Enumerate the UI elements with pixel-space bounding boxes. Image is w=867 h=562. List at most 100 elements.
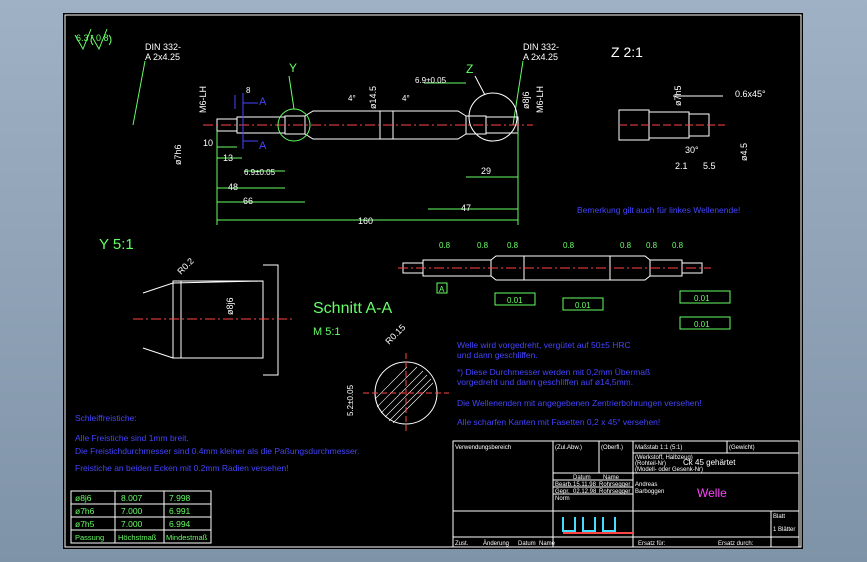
y-radius: R0.2 xyxy=(175,256,196,277)
din-right-line1: DIN 332- xyxy=(523,42,559,52)
svg-text:(Oberfl.): (Oberfl.) xyxy=(601,445,623,451)
svg-text:Rohrsegger: Rohrsegger xyxy=(599,482,630,488)
svg-text:7.998: 7.998 xyxy=(169,493,191,503)
svg-text:(Zul.Abw.): (Zul.Abw.) xyxy=(555,445,582,451)
svg-text:Ersatz für:: Ersatz für: xyxy=(638,541,666,547)
dim-8: 8 xyxy=(246,86,251,95)
dim-10: 10 xyxy=(203,138,213,148)
svg-text:0.8: 0.8 xyxy=(620,241,632,250)
datum-a: A xyxy=(439,285,445,294)
svg-text:6.994: 6.994 xyxy=(169,519,191,529)
angle-4-left: 4° xyxy=(348,94,356,103)
dia-7h6: ø7h6 xyxy=(173,144,183,165)
roughness-outer: 6.3 xyxy=(76,33,89,43)
relief-notes: Schleiffreistiche: Alle Freistiche sind … xyxy=(75,413,359,473)
thread-left: M6-LH xyxy=(198,86,208,113)
dim-47: 47 xyxy=(461,203,471,213)
tol-frame-3: 0.01 xyxy=(694,294,710,303)
svg-text:0.8: 0.8 xyxy=(439,241,451,250)
dim-160: 160 xyxy=(358,216,373,226)
din-left-line2: A 2x4.25 xyxy=(145,52,180,62)
svg-text:Die Freistichdurchmesser sind: Die Freistichdurchmesser sind 0.4mm klei… xyxy=(75,446,359,456)
svg-text:Andreas: Andreas xyxy=(635,482,657,488)
svg-text:Mindestmaß: Mindestmaß xyxy=(166,533,208,542)
z-dia-4-5: ø4.5 xyxy=(739,143,749,161)
y-dia-8j6: ø8j6 xyxy=(225,297,235,315)
technical-drawing: 6.3 0.8 DIN 332- A 2x4.25 DIN 332- A 2x4… xyxy=(64,14,802,548)
svg-text:vorgedreht und dann geschliffe: vorgedreht und dann geschliffen auf ø14,… xyxy=(457,377,633,387)
svg-text:Gepr.: Gepr. xyxy=(555,489,570,495)
svg-text:0.8: 0.8 xyxy=(672,241,684,250)
svg-text:0.8: 0.8 xyxy=(646,241,658,250)
roughness-inner: 0.8 xyxy=(96,33,109,43)
dim-29: 29 xyxy=(481,166,491,176)
svg-text:Blatt: Blatt xyxy=(773,514,785,520)
svg-text:02.12.98: 02.12.98 xyxy=(573,489,597,495)
z-dim-2-1: 2.1 xyxy=(675,161,688,171)
z-dia-7h5: ø7h5 xyxy=(673,85,683,106)
svg-text:Höchstmaß: Höchstmaß xyxy=(118,533,157,542)
company-logo xyxy=(562,517,616,532)
z-dim-5-5: 5.5 xyxy=(703,161,716,171)
detail-label-y: Y xyxy=(289,61,297,75)
section-letter-a-top: A xyxy=(259,96,267,108)
dim-6-9-right: 6.9±0.05 xyxy=(415,76,447,85)
detail-label-z: Z xyxy=(466,62,473,76)
z-view-geometry xyxy=(618,95,725,141)
z-view-title: Z 2:1 xyxy=(611,44,643,60)
cad-window: 6.3 0.8 DIN 332- A 2x4.25 DIN 332- A 2x4… xyxy=(0,0,867,562)
svg-text:1 Blätter: 1 Blätter xyxy=(773,527,795,533)
svg-text:Maßstab 1:1 (5:1): Maßstab 1:1 (5:1) xyxy=(635,445,682,451)
svg-text:Passung: Passung xyxy=(75,533,104,542)
section-scale: M 5:1 xyxy=(313,326,341,338)
section-letter-a-bottom: A xyxy=(259,140,267,152)
tol-frame-1: 0.01 xyxy=(507,296,523,305)
svg-text:Norm: Norm xyxy=(555,496,570,502)
dim-6-9-left: 6.9±0.05 xyxy=(244,168,276,177)
drawing-title: Welle xyxy=(697,486,727,500)
din-left-line1: DIN 332- xyxy=(145,42,181,52)
svg-text:15.11.98: 15.11.98 xyxy=(573,482,597,488)
z-angle-30: 30° xyxy=(685,145,699,155)
svg-text:ø7h6: ø7h6 xyxy=(75,506,95,516)
svg-text:Änderung: Änderung xyxy=(483,540,509,547)
svg-text:0.8: 0.8 xyxy=(507,241,519,250)
dim-13: 13 xyxy=(223,153,233,163)
section-dim: 5.2±0.05 xyxy=(346,384,355,416)
svg-text:8.007: 8.007 xyxy=(121,493,143,503)
svg-text:ø8j6: ø8j6 xyxy=(75,493,92,503)
svg-text:0.8: 0.8 xyxy=(563,241,575,250)
dia-14-5: ø14.5 xyxy=(368,86,378,109)
svg-text:Die Wellenenden mit angegebene: Die Wellenenden mit angegebenen Zentrier… xyxy=(457,398,702,408)
svg-text:Zust.: Zust. xyxy=(455,541,469,547)
svg-text:Datum: Datum xyxy=(573,475,591,481)
svg-text:Name: Name xyxy=(603,475,620,481)
drawing-canvas[interactable]: 6.3 0.8 DIN 332- A 2x4.25 DIN 332- A 2x4… xyxy=(63,13,803,549)
svg-text:Bearb.: Bearb. xyxy=(555,482,573,488)
svg-text:Rohrsegger: Rohrsegger xyxy=(599,489,630,495)
svg-text:7.000: 7.000 xyxy=(121,519,143,529)
dim-48: 48 xyxy=(228,182,238,192)
z-chamfer: 0.6x45° xyxy=(735,89,766,99)
svg-text:Schleiffreistiche:: Schleiffreistiche: xyxy=(75,413,137,423)
svg-text:7.000: 7.000 xyxy=(121,506,143,516)
svg-text:*) Diese Durchmesser werden mi: *) Diese Durchmesser werden mit 0,2mm Üb… xyxy=(457,367,650,377)
svg-text:Datum: Datum xyxy=(518,541,536,547)
svg-text:Barboggen: Barboggen xyxy=(635,489,664,495)
title-block-text: Verwendungsbereich (Zul.Abw.) (Oberfl.) … xyxy=(455,445,795,547)
angle-4-right: 4° xyxy=(402,94,410,103)
tol-frame-2: 0.01 xyxy=(575,301,591,310)
svg-text:Ersatz durch:: Ersatz durch: xyxy=(718,541,754,547)
svg-text:Freistiche an beiden Ecken mit: Freistiche an beiden Ecken mit 0.2mm Rad… xyxy=(75,463,289,473)
note-left-end: Bemerkung gilt auch für linkes Wellenend… xyxy=(577,205,740,215)
section-radius: R0.15 xyxy=(383,322,407,346)
notes-block: Welle wird vorgedreht, vergütet auf 50±5… xyxy=(457,340,702,427)
svg-text:ø7h5: ø7h5 xyxy=(75,519,95,529)
section-title: Schnitt A-A xyxy=(313,300,392,317)
svg-text:Welle wird vorgedreht, vergüte: Welle wird vorgedreht, vergütet auf 50±5… xyxy=(457,340,631,350)
svg-text:und dann geschliffen.: und dann geschliffen. xyxy=(457,350,538,360)
svg-text:6.991: 6.991 xyxy=(169,506,191,516)
svg-text:Verwendungsbereich: Verwendungsbereich xyxy=(455,445,511,451)
svg-text:Name: Name xyxy=(539,541,556,547)
dia-8j6: ø8j6 xyxy=(521,91,531,109)
